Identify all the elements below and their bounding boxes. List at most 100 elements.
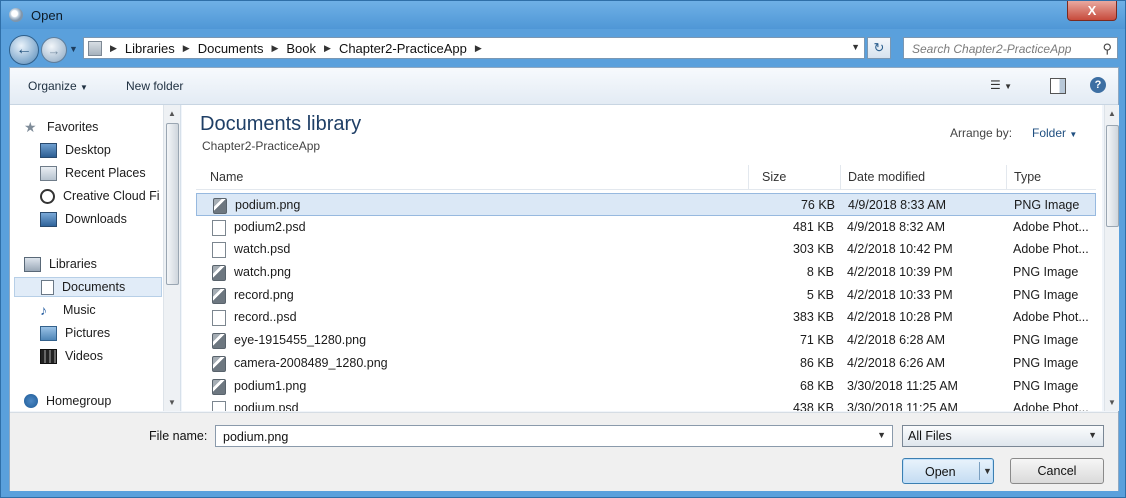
column-header-name[interactable]: Name [210, 170, 243, 184]
open-button[interactable]: Open ▼ [902, 458, 994, 484]
file-date-modified: 4/2/2018 6:26 AM [847, 355, 945, 370]
nav-favorites-label: Favorites [47, 120, 99, 134]
nav-music-label: Music [63, 303, 96, 317]
breadcrumb-separator-icon[interactable]: ▶ [475, 43, 482, 54]
png-file-icon [212, 287, 226, 304]
file-row[interactable]: watch.png 8 KB 4/2/2018 10:39 PM PNG Image [196, 261, 1096, 284]
file-row[interactable]: record..psd 383 KB 4/2/2018 10:28 PM Adobe … [196, 306, 1096, 329]
forward-button[interactable]: → [41, 37, 67, 63]
search-icon[interactable]: ⚲ [1102, 41, 1112, 57]
search-input[interactable] [910, 39, 1099, 59]
recent-places-icon [40, 165, 57, 181]
breadcrumb[interactable]: ▶ Libraries ▶ Documents ▶ Book ▶ Chapter… [83, 37, 865, 59]
breadcrumb-book[interactable]: Book [286, 41, 316, 56]
file-row[interactable]: podium1.png 68 KB 3/30/2018 11:25 AM PNG Im… [196, 375, 1096, 398]
scroll-down-icon[interactable]: ▼ [1108, 398, 1116, 407]
nav-videos-label: Videos [65, 349, 103, 363]
nav-favorites[interactable]: ★ Favorites [24, 117, 98, 137]
breadcrumb-documents[interactable]: Documents [198, 41, 264, 56]
file-type: Adobe Phot... [1013, 242, 1089, 257]
nav-documents[interactable]: Documents [14, 277, 162, 297]
change-view-button[interactable]: ☰ ▼ [990, 78, 1012, 92]
file-row[interactable]: camera-2008489_1280.png 86 KB 4/2/2018 6:2… [196, 352, 1096, 375]
file-row[interactable]: watch.psd 303 KB 4/2/2018 10:42 PM Adobe Ph… [196, 238, 1096, 261]
file-name: record..psd [234, 310, 297, 325]
nav-homegroup[interactable]: Homegroup [24, 391, 111, 411]
file-size: 438 KB [792, 401, 834, 411]
nav-videos[interactable]: Videos [40, 346, 103, 366]
chevron-down-icon[interactable]: ▼ [877, 430, 886, 440]
file-name-input[interactable] [221, 427, 865, 447]
breadcrumb-separator-icon[interactable]: ▶ [271, 43, 278, 54]
nav-creative-cloud-label: Creative Cloud Fi [63, 189, 160, 203]
file-list-scrollbar-thumb[interactable] [1106, 125, 1119, 227]
videos-icon [40, 348, 57, 364]
file-date-modified: 3/30/2018 11:25 AM [847, 378, 958, 393]
file-date-modified: 4/9/2018 8:33 AM [848, 198, 946, 212]
refresh-button[interactable]: ↻ [867, 37, 891, 59]
dialog-body: Organize ▼ New folder ☰ ▼ ? ★ Favorites D… [9, 67, 1119, 491]
nav-recent-places[interactable]: Recent Places [40, 163, 146, 183]
nav-libraries[interactable]: Libraries [24, 254, 97, 274]
recent-locations-dropdown[interactable]: ▼ [69, 44, 78, 54]
new-folder-button[interactable]: New folder [126, 79, 183, 93]
nav-documents-label: Documents [62, 280, 126, 294]
file-type: PNG Image [1013, 333, 1079, 348]
column-divider[interactable] [1006, 165, 1007, 189]
column-divider[interactable] [840, 165, 841, 189]
file-type-value: All Files [908, 429, 952, 443]
breadcrumb-libraries[interactable]: Libraries [125, 41, 175, 56]
nav-scrollbar[interactable]: ▲ ▼ [163, 105, 180, 411]
nav-music[interactable]: ♪ Music [40, 300, 96, 320]
nav-scrollbar-thumb[interactable] [166, 123, 179, 285]
nav-pictures[interactable]: Pictures [40, 323, 110, 343]
column-divider[interactable] [748, 165, 749, 189]
file-row[interactable]: record.png 5 KB 4/2/2018 10:33 PM PNG Image [196, 284, 1096, 307]
column-header-date-modified[interactable]: Date modified [848, 170, 925, 184]
nav-downloads[interactable]: Downloads [40, 209, 127, 229]
creative-cloud-icon [40, 188, 55, 204]
nav-downloads-label: Downloads [65, 212, 127, 226]
close-button[interactable]: X [1067, 1, 1117, 21]
file-name-combobox[interactable]: ▼ [215, 425, 893, 447]
file-date-modified: 4/2/2018 6:28 AM [847, 333, 945, 348]
breadcrumb-separator-icon[interactable]: ▶ [183, 43, 190, 54]
breadcrumb-separator-icon[interactable]: ▶ [110, 43, 117, 54]
refresh-icon: ↻ [873, 40, 885, 55]
scroll-up-icon[interactable]: ▲ [1108, 109, 1116, 118]
file-row[interactable]: podium.png 76 KB 4/9/2018 8:33 AM PNG Image [196, 193, 1096, 216]
file-name: camera-2008489_1280.png [234, 355, 388, 370]
organize-button[interactable]: Organize ▼ [28, 79, 88, 93]
arrange-by-dropdown[interactable]: Folder ▼ [1032, 126, 1077, 140]
file-name: podium.png [235, 198, 301, 212]
desktop-icon [40, 142, 57, 158]
column-header-size[interactable]: Size [762, 170, 786, 184]
breadcrumb-chapter2-practiceapp[interactable]: Chapter2-PracticeApp [339, 41, 467, 56]
nav-creative-cloud[interactable]: Creative Cloud Fi [40, 186, 160, 206]
search-box[interactable]: ⚲ [903, 37, 1118, 59]
file-row[interactable]: eye-1915455_1280.png 71 KB 4/2/2018 6:28 A… [196, 329, 1096, 352]
scroll-down-icon[interactable]: ▼ [168, 398, 176, 407]
file-size: 76 KB [800, 198, 835, 212]
file-row[interactable]: podium2.psd 481 KB 4/9/2018 8:32 AM Adobe P… [196, 216, 1096, 239]
breadcrumb-separator-icon[interactable]: ▶ [324, 43, 331, 54]
preview-pane-icon[interactable] [1050, 78, 1066, 94]
nav-desktop[interactable]: Desktop [40, 140, 111, 160]
open-options-icon[interactable]: ▼ [983, 466, 992, 476]
address-dropdown-icon[interactable]: ▼ [851, 42, 860, 52]
scroll-up-icon[interactable]: ▲ [168, 109, 176, 118]
arrange-by-value: Folder [1032, 126, 1067, 140]
file-list-pane: Documents library Chapter2-PracticeApp A… [182, 105, 1102, 411]
help-icon[interactable]: ? [1090, 77, 1106, 93]
chevron-down-icon: ▼ [1069, 130, 1078, 139]
png-file-icon [212, 355, 226, 372]
file-type-filter[interactable]: All Files ▼ [902, 425, 1104, 447]
column-header-type[interactable]: Type [1014, 170, 1041, 184]
psd-file-icon [212, 401, 226, 411]
cancel-button[interactable]: Cancel [1010, 458, 1104, 484]
file-row[interactable]: podium.psd 438 KB 3/30/2018 11:25 AM Adobe … [196, 397, 1096, 411]
file-list-scrollbar[interactable]: ▲ ▼ [1104, 105, 1119, 411]
file-size: 383 KB [792, 310, 834, 325]
file-size: 303 KB [792, 242, 834, 257]
back-button[interactable]: ← [9, 35, 39, 65]
